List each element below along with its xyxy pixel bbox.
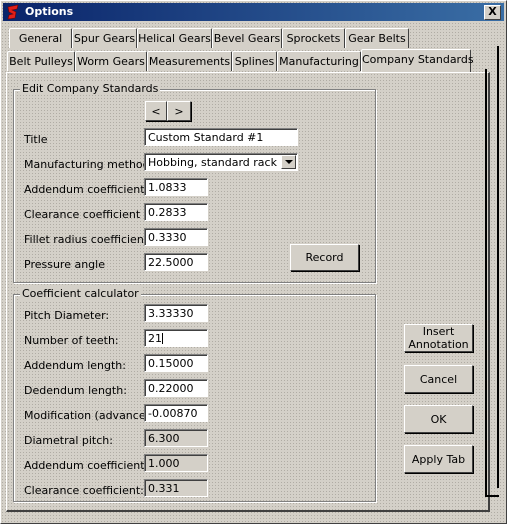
manufacturing-method-value: Hobbing, standard rack [148,156,277,169]
addendum-coefficient-readout: 1.000 [144,454,208,472]
manufacturing-method-select[interactable]: Hobbing, standard rack [144,153,298,171]
gear-logo-icon [7,4,19,20]
number-of-teeth-value: 21 [148,332,162,345]
dedendum-length-field[interactable]: 0.22000 [144,379,208,397]
tab-sprockets[interactable]: Sprockets [282,28,345,48]
tab-belt-pulleys[interactable]: Belt Pulleys [7,51,75,71]
manufacturing-method-label: Manufacturing method [24,158,150,171]
group-legend: Coefficient calculator [20,287,141,300]
tab-stack-edge [485,69,487,497]
chevron-down-icon[interactable] [281,155,296,169]
options-window: Options X General Spur Gears Helical Gea… [0,0,507,524]
tab-spur-gears[interactable]: Spur Gears [72,28,137,48]
tab-company-standards[interactable]: Company Standards [361,49,474,72]
record-button[interactable]: Record [290,244,359,271]
insert-annotation-label: Insert [422,325,455,338]
number-of-teeth-field[interactable]: 21 [144,329,208,347]
pitch-diameter-field[interactable]: 3.33330 [144,304,208,322]
close-button[interactable]: X [484,5,501,20]
pressure-angle-field[interactable]: 22.5000 [144,253,208,271]
prev-standard-button[interactable]: < [145,101,167,121]
pitch-diameter-label: Pitch Diameter: [24,309,110,322]
tab-measurements[interactable]: Measurements [147,51,232,71]
window-title: Options [25,5,74,18]
tab-stack-edge [497,46,499,488]
number-of-teeth-label: Number of teeth: [24,334,119,347]
title-label: Title [24,133,48,146]
addendum-coefficient-label: Addendum coefficient [24,183,145,196]
tab-manufacturing[interactable]: Manufacturing [277,51,361,71]
group-legend: Edit Company Standards [20,82,161,95]
clearance-coefficient-field[interactable]: 0.2833 [144,203,208,221]
close-icon: X [488,5,497,18]
insert-annotation-button[interactable]: Insert Annotation [404,324,473,352]
insert-annotation-label: Annotation [408,338,469,351]
addendum-coefficient-field[interactable]: 1.0833 [144,178,208,196]
cancel-button[interactable]: Cancel [404,365,473,393]
fillet-radius-label: Fillet radius coefficient [24,233,149,246]
modification-label: Modification (advance): [24,409,154,422]
next-standard-button[interactable]: > [167,101,191,121]
pressure-angle-label: Pressure angle [24,258,105,271]
tab-stack-edge [485,495,499,497]
addendum-length-label: Addendum length: [24,359,126,372]
dedendum-length-label: Dedendum length: [24,384,127,397]
clearance-coefficient-label: Clearance coefficient [24,208,141,221]
tab-splines[interactable]: Splines [232,51,277,71]
diametral-pitch-label: Diametral pitch: [24,434,113,447]
title-bar[interactable]: Options X [3,3,504,21]
tab-general[interactable]: General [9,28,72,48]
apply-tab-button[interactable]: Apply Tab [404,445,473,473]
ok-button[interactable]: OK [404,405,473,433]
fillet-radius-field[interactable]: 0.3330 [144,228,208,246]
clearance-coefficient-result-label: Clearance coefficient: [24,484,144,497]
modification-field[interactable]: -0.00870 [144,404,208,422]
clearance-coefficient-readout: 0.331 [144,479,208,497]
addendum-coefficient-result-label: Addendum coefficient: [24,459,149,472]
addendum-length-field[interactable]: 0.15000 [144,354,208,372]
tab-helical-gears[interactable]: Helical Gears [137,28,212,48]
tab-gear-belts[interactable]: Gear Belts [345,28,409,48]
diametral-pitch-readout: 6.300 [144,429,208,447]
text-cursor [162,333,163,344]
tab-bevel-gears[interactable]: Bevel Gears [212,28,282,48]
title-field[interactable]: Custom Standard #1 [144,128,298,146]
tab-worm-gears[interactable]: Worm Gears [75,51,147,71]
